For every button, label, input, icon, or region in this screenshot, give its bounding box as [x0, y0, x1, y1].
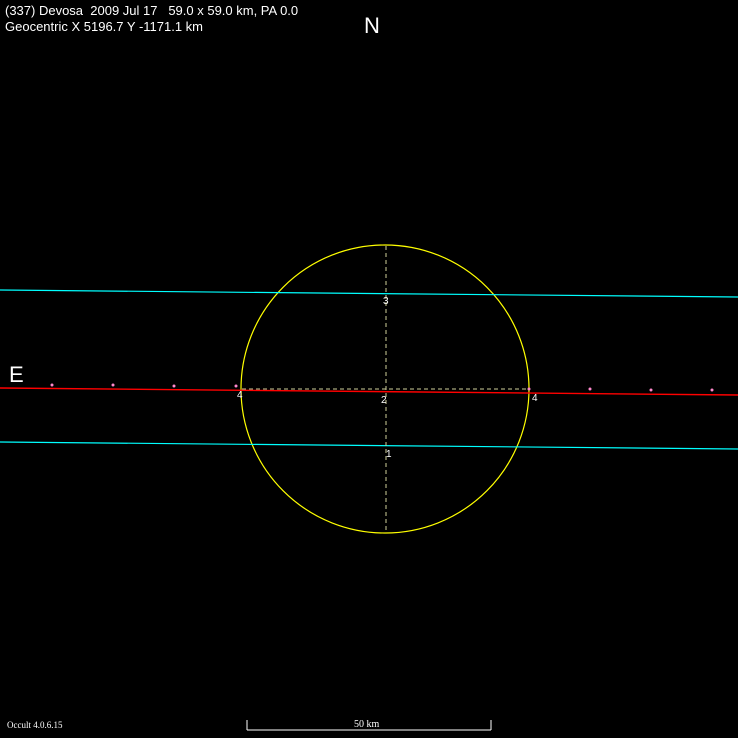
chord-marker-3: 3: [383, 296, 389, 307]
scale-bar-label: 50 km: [354, 719, 380, 730]
chord-dot: [172, 384, 176, 388]
version-footer: Occult 4.0.6.15: [7, 720, 63, 730]
chord-dot: [588, 387, 592, 391]
chord-dot: [50, 383, 54, 387]
chord-marker-4-west: 4: [532, 393, 538, 404]
chord-dot: [710, 388, 714, 392]
chord-marker-1: 1: [386, 449, 392, 460]
occultation-plot: 3 2 1 4 4: [0, 244, 738, 731]
chord-south-miss: [0, 441, 738, 450]
chord-dot: [111, 383, 115, 387]
chord-north-miss: [0, 289, 738, 298]
chord-marker-4-east: 4: [237, 390, 243, 401]
chord-dot: [234, 384, 238, 388]
chord-marker-2: 2: [381, 395, 387, 406]
chord-dot: [649, 388, 653, 392]
chord-dot: [527, 387, 531, 391]
